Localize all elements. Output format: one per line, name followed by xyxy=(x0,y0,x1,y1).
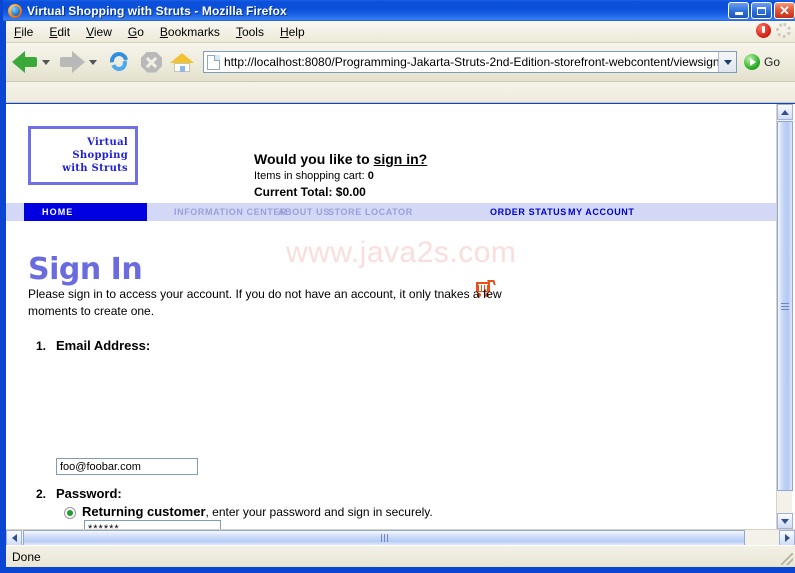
intro-text: Please sign in to access your account. I… xyxy=(28,286,553,320)
nav-item-order-status[interactable]: ORDER STATUS xyxy=(490,207,567,217)
vertical-scroll-thumb[interactable] xyxy=(777,121,793,491)
email-address-label: Email Address: xyxy=(56,338,150,353)
watermark-text: www.java2s.com xyxy=(286,236,516,270)
status-bar: Done xyxy=(6,545,795,567)
maximize-button[interactable] xyxy=(751,2,772,19)
signin-link[interactable]: sign in? xyxy=(374,151,428,167)
minimize-button[interactable] xyxy=(728,2,749,19)
site-logo-text: Virtual Shopping with Struts xyxy=(31,136,135,175)
firefox-icon xyxy=(7,3,23,19)
cart-item-count-line: Items in shopping cart: 0 xyxy=(254,170,427,182)
logo-line-2: with Struts xyxy=(62,163,128,174)
forward-arrow-icon xyxy=(59,51,85,73)
menu-file[interactable]: File xyxy=(6,23,41,41)
signin-prompt-prefix: Would you like to xyxy=(254,151,374,167)
menu-help[interactable]: Help xyxy=(272,23,313,41)
menu-tools[interactable]: Tools xyxy=(228,23,272,41)
email-field[interactable] xyxy=(56,458,198,475)
returning-customer-rest: , enter your password and sign in secure… xyxy=(206,505,433,519)
menu-go[interactable]: Go xyxy=(120,23,152,41)
close-button[interactable]: ✕ xyxy=(774,2,795,19)
logo-line-1: Virtual Shopping xyxy=(72,137,128,161)
back-dropdown-icon[interactable] xyxy=(42,60,50,65)
close-icon: ✕ xyxy=(779,4,790,17)
horizontal-scroll-thumb[interactable] xyxy=(23,530,745,546)
page-title: Sign In xyxy=(28,252,142,287)
password-label: Password: xyxy=(56,486,122,501)
go-button[interactable]: Go xyxy=(744,54,780,70)
menu-edit[interactable]: Edit xyxy=(41,23,78,41)
nav-item-home[interactable]: HOME xyxy=(24,203,147,221)
radio-returning-customer[interactable] xyxy=(64,507,76,519)
scroll-up-icon xyxy=(781,110,789,115)
back-button[interactable] xyxy=(12,51,53,73)
throbber-icon xyxy=(776,23,791,38)
site-logo[interactable]: Virtual Shopping with Struts xyxy=(28,126,138,185)
cart-items-label: Items in shopping cart: xyxy=(254,170,368,182)
step-2-number: 2. xyxy=(36,487,46,501)
nav-item-about-us[interactable]: ABOUT US xyxy=(278,207,330,217)
resize-grip[interactable] xyxy=(781,553,793,565)
window-title: Virtual Shopping with Struts - Mozilla F… xyxy=(27,4,287,18)
nav-item-information-center[interactable]: INFORMATION CENTER xyxy=(174,207,287,217)
nav-item-my-account[interactable]: MY ACCOUNT xyxy=(568,207,635,217)
bookmarks-toolbar[interactable] xyxy=(6,82,795,103)
address-bar[interactable]: http://localhost:8080/Programming-Jakart… xyxy=(203,51,737,73)
menu-view[interactable]: View xyxy=(78,23,120,41)
forward-dropdown-icon[interactable] xyxy=(89,60,97,65)
signin-prompt: Would you like to sign in? xyxy=(254,151,427,167)
vertical-scrollbar[interactable] xyxy=(776,104,792,529)
scroll-right-button[interactable] xyxy=(779,530,795,546)
back-arrow-icon xyxy=(12,51,38,73)
go-button-label: Go xyxy=(764,55,780,69)
browser-window: Virtual Shopping with Struts - Mozilla F… xyxy=(0,0,795,573)
title-bar: Virtual Shopping with Struts - Mozilla F… xyxy=(3,0,795,21)
returning-customer-bold: Returning customer xyxy=(82,504,206,519)
scroll-left-icon xyxy=(12,534,17,542)
scroll-up-button[interactable] xyxy=(777,104,793,120)
window-controls: ✕ xyxy=(728,2,795,19)
cart-header: Would you like to sign in? Items in shop… xyxy=(254,151,427,199)
cart-items-count: 0 xyxy=(368,170,374,182)
scroll-right-icon xyxy=(785,534,790,542)
menu-bookmarks[interactable]: Bookmarks xyxy=(152,23,228,41)
cart-total: Current Total: $0.00 xyxy=(254,185,427,199)
step-1-number: 1. xyxy=(36,339,46,353)
scroll-down-icon xyxy=(781,519,789,524)
horizontal-scrollbar[interactable] xyxy=(6,529,795,545)
security-alert-icon[interactable] xyxy=(756,23,771,38)
go-arrow-icon xyxy=(744,54,760,70)
returning-customer-text: Returning customer, enter your password … xyxy=(82,504,433,519)
menubar-status-icons xyxy=(756,23,791,38)
address-bar-url: http://localhost:8080/Programming-Jakart… xyxy=(224,55,718,69)
password-field[interactable] xyxy=(84,520,221,529)
stop-icon[interactable] xyxy=(141,52,162,73)
navigation-toolbar: http://localhost:8080/Programming-Jakart… xyxy=(6,43,795,82)
address-bar-dropdown[interactable] xyxy=(718,52,736,72)
scroll-down-button[interactable] xyxy=(777,513,793,529)
home-icon[interactable] xyxy=(170,51,194,73)
scroll-left-button[interactable] xyxy=(6,530,22,546)
page-viewport: Virtual Shopping with Struts Would you l… xyxy=(6,104,795,546)
status-text: Done xyxy=(12,550,41,564)
site-navigation-bar: HOME INFORMATION CENTER ABOUT US STORE L… xyxy=(6,203,779,221)
page-icon xyxy=(207,55,220,70)
menu-bar: File Edit View Go Bookmarks Tools Help xyxy=(6,21,795,43)
nav-item-store-locator[interactable]: STORE LOCATOR xyxy=(328,207,413,217)
forward-button[interactable] xyxy=(59,51,100,73)
web-page-content: Virtual Shopping with Struts Would you l… xyxy=(6,104,779,529)
chevron-down-icon xyxy=(724,60,732,65)
reload-icon[interactable] xyxy=(108,51,132,73)
